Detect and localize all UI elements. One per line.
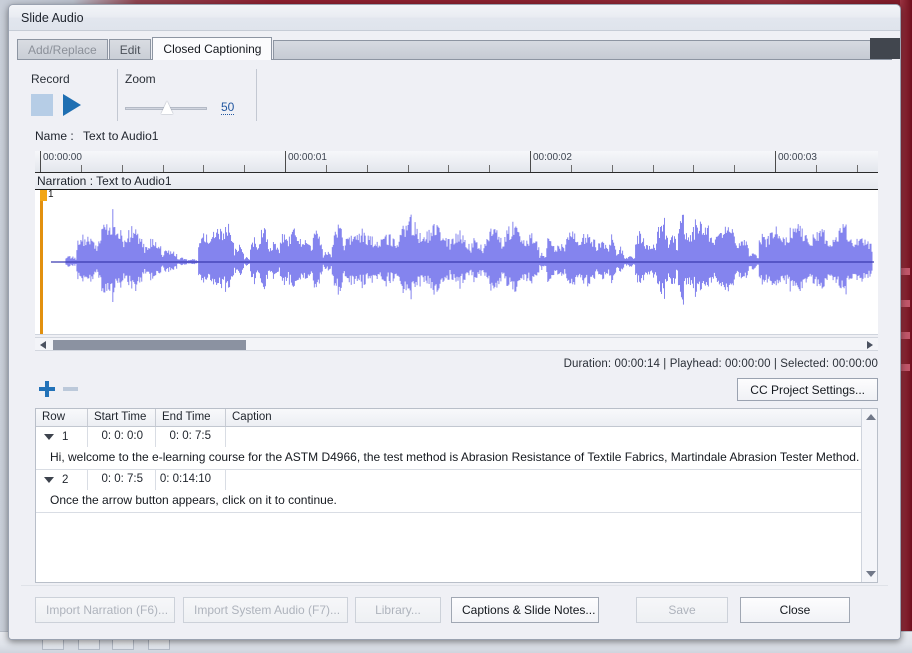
ruler-minor-tick [244,165,246,172]
ruler-minor-tick [162,165,164,172]
ruler-minor-tick [693,165,695,172]
library-button[interactable]: Library... [355,597,441,623]
caption-cell-spacer [226,470,877,490]
backdrop-marker [901,332,910,339]
chevron-down-icon[interactable] [44,434,54,440]
ruler-minor-tick [448,165,450,172]
tab-edit[interactable]: Edit [108,39,152,60]
caption-table-vscrollbar[interactable] [861,409,877,582]
ruler-minor-tick [325,165,327,172]
caption-end-time[interactable]: 0: 0: 7:5 [156,427,226,447]
ruler-minor-tick [366,165,368,172]
plus-icon[interactable] [39,381,55,397]
backdrop-marker [901,300,910,307]
caption-table: Row Start Time End Time Caption 1 0: 0: … [35,408,878,583]
record-group-label: Record [31,72,70,86]
toolbar-divider-1 [117,69,118,121]
caption-row-number-cell: 2 [36,470,88,490]
tab-closed-captioning[interactable]: Closed Captioning [152,37,273,60]
ruler-minor-tick [80,165,82,172]
column-header-caption[interactable]: Caption [226,409,877,426]
caption-row-number: 1 [62,430,69,443]
save-button[interactable]: Save [636,597,728,623]
playhead-flag-icon[interactable] [40,190,47,201]
dialog-title: Slide Audio [21,10,84,25]
chevron-down-icon[interactable] [44,477,54,483]
ruler-tick-label: 00:00:01 [288,152,327,163]
ruler-minor-tick [652,165,654,172]
ruler-minor-tick [489,165,491,172]
ruler-tick-label: 00:00:03 [778,152,817,163]
clip-name-value: Text to Audio1 [83,129,159,143]
dialog-content: Record Zoom 50 Name: Text to Audio1 00:… [9,61,900,639]
ruler-minor-tick [611,165,613,172]
dialog-titlebar: Slide Audio [9,5,900,31]
ruler-minor-tick [856,165,858,172]
caption-text[interactable]: Once the arrow button appears, click on … [36,490,877,512]
zoom-group: Zoom 50 [125,72,235,115]
backdrop-marker [901,268,910,275]
tab-strip: Add/Replace Edit Closed Captioning [9,37,900,60]
ruler-minor-tick [734,165,736,172]
playhead-marker[interactable] [40,190,43,334]
table-row[interactable]: 1 0: 0: 0:0 0: 0: 7:5 Hi, welcome to the… [36,427,877,470]
close-button[interactable]: Close [740,597,850,623]
dialog-footer: Import Narration (F6)... Import System A… [9,585,900,639]
play-triangle-icon[interactable] [63,94,81,116]
ruler-minor-tick [407,165,409,172]
ruler-minor-tick [815,165,817,172]
ruler-tick-label: 00:00:02 [533,152,572,163]
narration-track-header: Narration : Text to Audio1 [35,173,878,190]
clip-name-line: Name : Text to Audio1 [35,129,900,147]
zoom-slider-thumb[interactable] [161,100,173,114]
scroll-down-arrow-icon[interactable] [866,571,876,577]
cc-project-settings-button[interactable]: CC Project Settings... [737,378,878,401]
caption-row-actions: CC Project Settings... [35,378,878,404]
timeline-ruler[interactable]: 00:00:00 00:00:01 00:00:02 00:00:03 [35,151,878,173]
caption-end-time[interactable]: 0: 0:14:10 [156,470,226,490]
tab-strip-filler [273,40,878,60]
record-group: Record [31,72,99,116]
captions-slide-notes-button[interactable]: Captions & Slide Notes... [451,597,599,623]
ruler-minor-tick [203,165,205,172]
import-narration-button[interactable]: Import Narration (F6)... [35,597,175,623]
ruler-tick-label: 00:00:00 [43,152,82,163]
caption-table-header: Row Start Time End Time Caption [36,409,877,427]
column-header-start-time[interactable]: Start Time [88,409,156,426]
stop-square-icon[interactable] [31,94,53,116]
scroll-up-arrow-icon[interactable] [866,414,876,420]
waveform-canvas[interactable]: 1 [35,189,878,335]
hscrollbar-thumb[interactable] [53,340,246,350]
caption-row-number-cell: 1 [36,427,88,447]
clip-name-label: Name : [35,129,74,143]
slide-audio-dialog: Slide Audio Add/Replace Edit Closed Capt… [8,4,901,640]
ruler-minor-tick [570,165,572,172]
backdrop-marker [901,364,910,371]
table-row[interactable]: 2 0: 0: 7:5 0: 0:14:10 Once the arrow bu… [36,470,877,513]
caption-start-time[interactable]: 0: 0: 0:0 [88,427,156,447]
zoom-slider[interactable] [125,100,207,115]
caption-start-time[interactable]: 0: 0: 7:5 [88,470,156,490]
timeline-status: Duration: 00:00:14 | Playhead: 00:00:00 … [563,358,878,370]
tab-add-replace[interactable]: Add/Replace [17,39,108,60]
scroll-right-arrow-icon[interactable] [867,341,873,349]
caption-text[interactable]: Hi, welcome to the e-learning course for… [36,447,877,469]
caption-cell-spacer [226,427,877,447]
minus-icon [63,387,78,391]
tab-strip-corner [870,38,900,59]
column-header-row[interactable]: Row [36,409,88,426]
column-header-end-time[interactable]: End Time [156,409,226,426]
clip-number-label: 1 [48,189,54,200]
scroll-left-arrow-icon[interactable] [40,341,46,349]
zoom-group-label: Zoom [125,72,156,86]
import-system-audio-button[interactable]: Import System Audio (F7)... [183,597,348,623]
caption-row-number: 2 [62,473,69,486]
toolbar-divider-2 [256,69,257,121]
ruler-minor-tick [121,165,123,172]
backdrop-right-strip [900,0,912,653]
waveform-hscrollbar[interactable] [35,337,878,351]
waveform-graphic [50,209,875,305]
zoom-value[interactable]: 50 [221,100,235,115]
audio-toolbar: Record Zoom 50 [31,67,900,129]
